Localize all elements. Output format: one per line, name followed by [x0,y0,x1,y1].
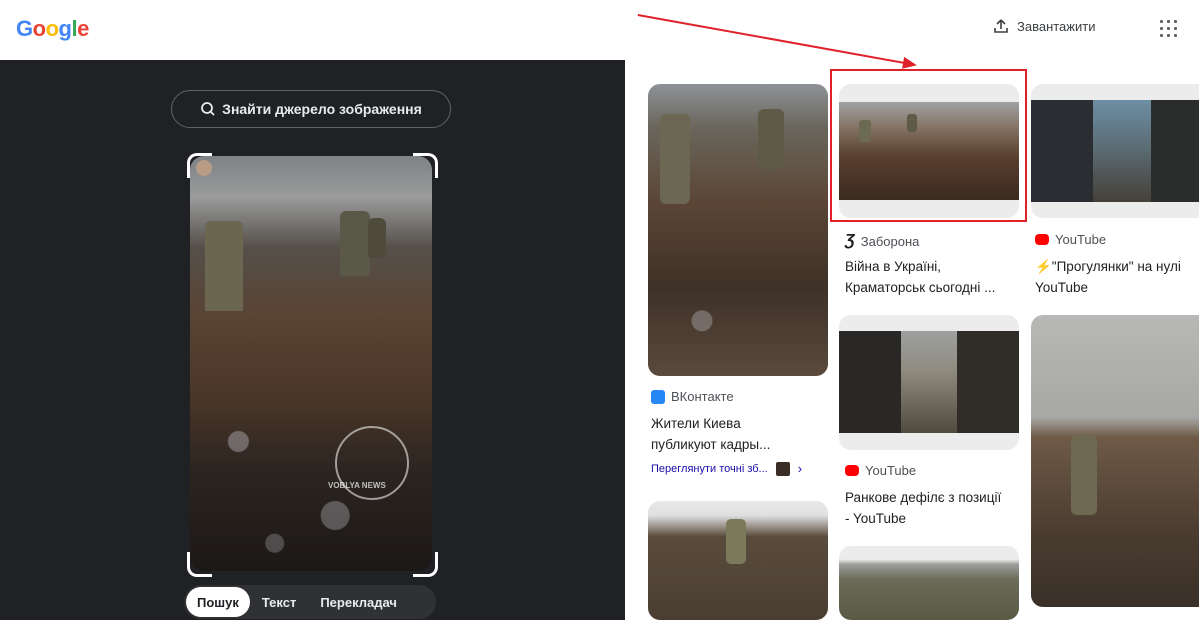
apps-icon[interactable] [1160,20,1178,38]
annotation-highlight-box [830,69,1027,222]
upload-button[interactable]: Завантажити [993,18,1095,34]
lens-mode-tabs: Пошук Текст Перекладач [184,585,436,619]
result-image[interactable] [839,546,1019,620]
result-image[interactable] [1031,84,1199,218]
youtube-icon [1035,234,1049,245]
chevron-right-icon: › [797,461,803,476]
result-image[interactable] [648,84,828,376]
tab-text[interactable]: Текст [250,587,308,617]
query-image[interactable]: VOBLYA NEWS [190,156,432,571]
result-source: YouTube [1035,232,1106,247]
find-source-label: Знайти джерело зображення [222,101,422,117]
exact-matches-link[interactable]: Переглянути точні зб... › [651,461,802,476]
result-source: ВКонтакте [651,389,734,404]
crop-handle-top-right[interactable] [413,153,438,178]
zaborona-icon: Ʒ [845,232,855,249]
match-thumbnail [775,461,790,476]
header: Google Завантажити [0,0,1199,60]
tab-translate[interactable]: Перекладач [308,587,409,617]
google-logo[interactable]: Google [16,16,89,42]
result-image[interactable] [648,501,828,620]
result-source: Ʒ Заборона [845,232,920,249]
result-title[interactable]: Ранкове дефілє з позиції - YouTube [845,487,1001,529]
result-image[interactable] [1031,315,1199,607]
result-title[interactable]: Жители Киева публикуют кадры... [651,413,770,455]
crop-handle-bottom-left[interactable] [187,552,212,577]
result-title[interactable]: ⚡"Прогулянки" на нулі YouTube [1035,256,1181,298]
youtube-icon [845,465,859,476]
vk-icon [651,389,665,404]
result-source: YouTube [845,463,916,478]
watermark-text: VOBLYA NEWS [328,481,386,490]
result-title[interactable]: Війна в Україні, Краматорськ сьогодні ..… [845,256,995,298]
find-image-source-button[interactable]: Знайти джерело зображення [171,90,451,128]
tab-search[interactable]: Пошук [186,587,250,617]
result-image[interactable] [839,315,1019,450]
upload-icon [994,19,1008,33]
upload-label: Завантажити [1017,18,1096,34]
lens-query-panel: Знайти джерело зображення VOBLYA NEWS По… [0,60,625,620]
crop-handle-bottom-right[interactable] [413,552,438,577]
crop-handle-top-left[interactable] [187,153,212,178]
lens-icon [201,102,215,116]
